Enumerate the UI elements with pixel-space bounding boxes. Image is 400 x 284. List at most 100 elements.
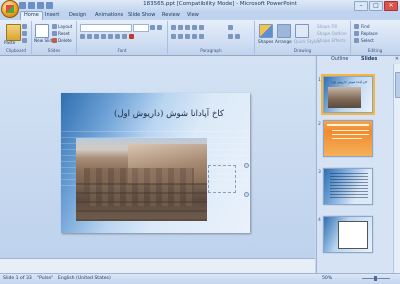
editing-group-label: Editing xyxy=(367,48,383,53)
shapes-button[interactable]: Shapes xyxy=(258,39,273,44)
bullets-icon[interactable] xyxy=(171,25,176,30)
notes-pane[interactable] xyxy=(0,258,315,274)
slide-title[interactable]: کاخ آپادانا شوش (داریوش اول) xyxy=(89,109,249,119)
justify-icon[interactable] xyxy=(192,34,197,39)
scrollbar-thumb[interactable] xyxy=(395,72,400,98)
numbering-icon[interactable] xyxy=(178,25,183,30)
format-painter-icon[interactable] xyxy=(22,38,27,43)
replace-button[interactable]: Replace xyxy=(361,31,378,36)
increase-indent-icon[interactable] xyxy=(192,25,197,30)
undo-icon[interactable] xyxy=(28,2,35,9)
font-color-icon[interactable] xyxy=(129,34,134,39)
tab-review[interactable]: Review xyxy=(162,12,180,18)
panel-close-icon[interactable]: ✕ xyxy=(395,56,399,62)
font-name-field[interactable] xyxy=(80,24,132,32)
copy-icon[interactable] xyxy=(22,31,27,36)
arrange-icon[interactable] xyxy=(277,24,291,38)
paste-button[interactable]: Paste xyxy=(4,40,15,45)
ribbon: Paste Clipboard New Slide Layout Reset D… xyxy=(0,20,400,56)
window-title: 183565.ppt [Compatibility Mode] - Micros… xyxy=(143,1,297,7)
thumbnail-number: 4 xyxy=(318,218,321,223)
delete-button[interactable]: Delete xyxy=(58,38,72,43)
tab-slide-show[interactable]: Slide Show xyxy=(128,12,155,18)
close-button[interactable]: ✕ xyxy=(384,1,398,11)
columns-icon[interactable] xyxy=(199,34,204,39)
save-icon[interactable] xyxy=(19,2,26,9)
thumbnail-number: 3 xyxy=(318,170,321,175)
maximize-button[interactable]: □ xyxy=(369,1,383,11)
slide-counter: Slide 1 of 33 xyxy=(3,276,32,281)
shape-outline-button[interactable]: Shape Outline xyxy=(317,31,347,36)
find-icon xyxy=(354,24,359,29)
bold-icon[interactable] xyxy=(80,34,85,39)
drawing-group: Shapes Arrange Quick Styles Shape Fill S… xyxy=(255,21,351,54)
slide-thumbnail[interactable] xyxy=(323,216,373,253)
quick-styles-button[interactable]: Quick Styles xyxy=(294,39,320,44)
paste-icon[interactable] xyxy=(6,24,21,41)
shape-fill-button[interactable]: Shape Fill xyxy=(317,24,337,29)
tab-slides[interactable]: Slides xyxy=(361,57,377,62)
reset-button[interactable]: Reset xyxy=(58,31,70,36)
line-spacing-icon[interactable] xyxy=(199,25,204,30)
tab-design[interactable]: Design xyxy=(69,12,86,18)
slide-thumbnail[interactable]: کاخ آپادانا شوش (داریوش اول) xyxy=(321,74,375,115)
office-button[interactable] xyxy=(1,0,19,18)
thumbnail-number: 2 xyxy=(318,122,321,127)
editing-group: Find Replace Select Editing xyxy=(351,21,399,54)
align-left-icon[interactable] xyxy=(171,34,176,39)
zoom-slider[interactable] xyxy=(356,276,396,281)
thumbnail-photo xyxy=(328,87,361,108)
slides-panel: Outline Slides ✕ 1 کاخ آپادانا شوش (داری… xyxy=(316,56,400,273)
minimize-button[interactable]: – xyxy=(354,1,368,11)
current-slide[interactable]: کاخ آپادانا شوش (داریوش اول) xyxy=(61,93,250,233)
quick-styles-icon[interactable] xyxy=(295,24,309,38)
paragraph-group: Paragraph xyxy=(168,21,255,54)
zoom-knob[interactable] xyxy=(374,276,377,281)
slides-group: New Slide Layout Reset Delete Slides xyxy=(32,21,77,54)
font-size-field[interactable] xyxy=(133,24,149,32)
find-button[interactable]: Find xyxy=(361,24,370,29)
zoom-level[interactable]: 50% xyxy=(322,276,332,281)
clipboard-group-label: Clipboard xyxy=(5,48,26,53)
decrease-indent-icon[interactable] xyxy=(185,25,190,30)
ribbon-tabs: Home Insert Design Animations Slide Show… xyxy=(0,11,400,21)
slide-photo[interactable] xyxy=(76,138,207,221)
language-indicator[interactable]: English (United States) xyxy=(58,276,111,281)
resize-handle[interactable] xyxy=(244,163,249,168)
photo-foundations xyxy=(76,182,207,221)
shape-effects-button[interactable]: Shape Effects xyxy=(317,38,346,43)
align-right-icon[interactable] xyxy=(185,34,190,39)
arrange-button[interactable]: Arrange xyxy=(275,39,292,44)
clipboard-group: Paste Clipboard xyxy=(1,21,32,54)
thumbnail-floor-plan xyxy=(338,221,368,249)
redo-icon[interactable] xyxy=(37,2,44,9)
layout-button[interactable]: Layout xyxy=(58,24,72,29)
slide-thumbnail[interactable] xyxy=(323,120,373,157)
shrink-font-icon[interactable] xyxy=(157,25,162,30)
panel-scrollbar[interactable] xyxy=(393,64,400,273)
text-direction-icon[interactable] xyxy=(228,25,233,30)
shadow-icon[interactable] xyxy=(108,34,113,39)
align-center-icon[interactable] xyxy=(178,34,183,39)
character-spacing-icon[interactable] xyxy=(115,34,120,39)
cut-icon[interactable] xyxy=(22,24,27,29)
content-placeholder[interactable] xyxy=(208,165,236,193)
tab-view[interactable]: View xyxy=(187,12,199,18)
select-button[interactable]: Select xyxy=(361,38,374,43)
new-slide-icon[interactable] xyxy=(35,24,49,38)
shapes-icon[interactable] xyxy=(259,24,273,38)
font-group-label: Font xyxy=(117,48,127,53)
slide-thumbnail[interactable] xyxy=(323,168,373,205)
tab-outline[interactable]: Outline xyxy=(331,57,348,62)
italic-icon[interactable] xyxy=(87,34,92,39)
resize-handle[interactable] xyxy=(244,192,249,197)
align-text-icon[interactable] xyxy=(228,34,233,39)
change-case-icon[interactable] xyxy=(122,34,127,39)
strikethrough-icon[interactable] xyxy=(101,34,106,39)
underline-icon[interactable] xyxy=(94,34,99,39)
customize-icon[interactable] xyxy=(46,2,53,9)
grow-font-icon[interactable] xyxy=(150,25,155,30)
tab-insert[interactable]: Insert xyxy=(45,12,59,18)
tab-animations[interactable]: Animations xyxy=(95,12,123,18)
smartart-icon[interactable] xyxy=(235,34,240,39)
